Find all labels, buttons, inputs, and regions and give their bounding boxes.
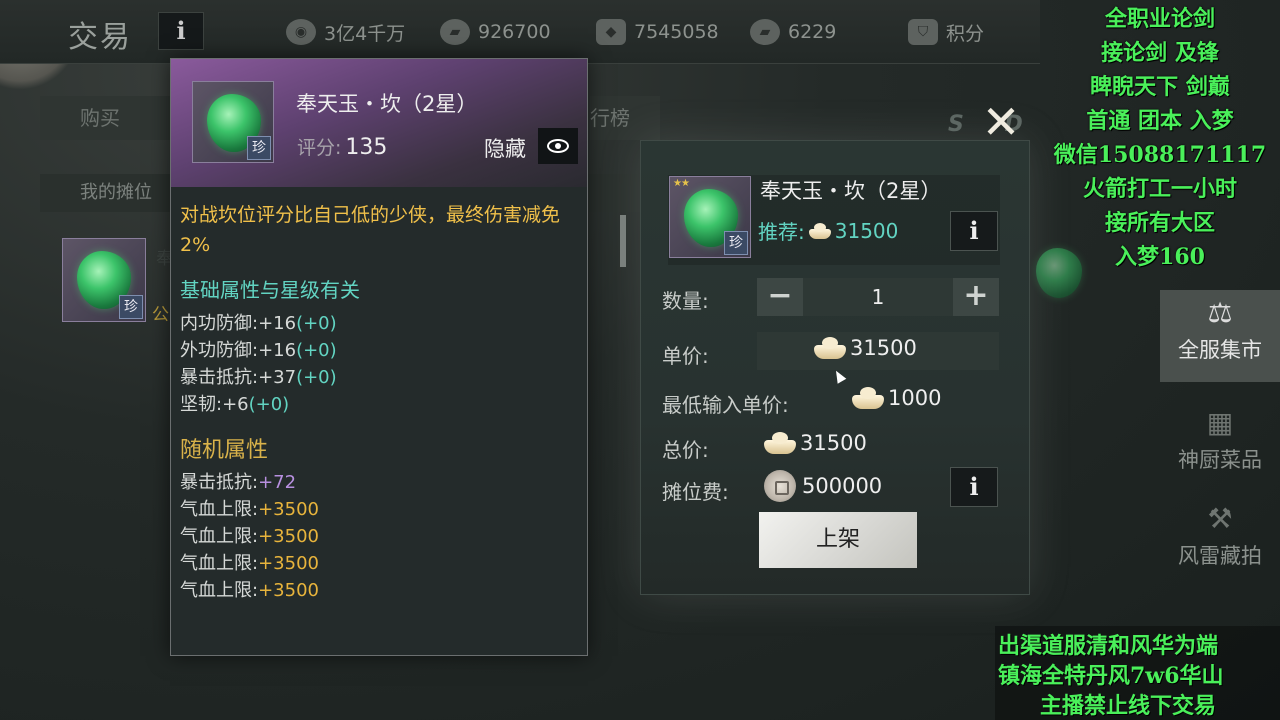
stall-fee-label: 摊位费: xyxy=(662,480,729,504)
fee-info-button[interactable]: i xyxy=(950,467,998,507)
rarity-badge: 珍 xyxy=(247,136,271,160)
unit-price-text: 31500 xyxy=(850,336,917,360)
overlay-line: 接论剑 及锋 xyxy=(1101,40,1219,66)
ingot-icon: ▰ xyxy=(750,19,780,45)
cookware-icon: ▦ xyxy=(1206,406,1234,439)
overlay-line: 镇海全特丹风7w6华山 xyxy=(998,663,1224,689)
stall-fee-value: 500000 xyxy=(764,470,882,502)
stall-fee-text: 500000 xyxy=(802,474,883,498)
scrollbar[interactable] xyxy=(620,215,626,267)
ingot-icon: ▰ xyxy=(440,19,470,45)
points-icon: ⛉ xyxy=(908,19,938,45)
recommend-label: 推荐: xyxy=(758,220,805,244)
side-item-label: 风雷藏拍 xyxy=(1178,544,1262,568)
ingot-icon xyxy=(852,387,884,409)
base-attrs-heading: 基础属性与星级有关 xyxy=(180,278,360,302)
currency-value: 3亿4千万 xyxy=(324,22,406,45)
total-text: 31500 xyxy=(800,431,867,455)
side-item-label: 全服集市 xyxy=(1178,338,1262,362)
decrease-button[interactable]: − xyxy=(757,278,803,316)
base-attr-row: 暴击抵抗:+37(+0) xyxy=(180,367,337,388)
random-attr-row: 气血上限:+3500 xyxy=(180,526,319,547)
overlay-line: 微信15088171117 xyxy=(1053,142,1267,168)
random-attr-row: 暴击抵抗:+72 xyxy=(180,472,297,493)
currency-silver: ◉ 3亿4千万 xyxy=(286,18,405,46)
min-price-text: 1000 xyxy=(888,386,942,410)
overlay-line: 入梦160 xyxy=(1115,244,1205,270)
overlay-line: 睥睨天下 剑巅 xyxy=(1090,74,1230,100)
ticket-icon: ◆ xyxy=(596,19,626,45)
currency-ticket: ◆ 7545058 xyxy=(596,18,719,46)
currency-value: 6229 xyxy=(788,21,837,43)
coin-icon: ◉ xyxy=(286,19,316,45)
top-bar: 交易 i ◉ 3亿4千万 ▰ 926700 ◆ 7545058 ▰ 6229 ⛉… xyxy=(0,0,1040,64)
dialog-item-name: 奉天玉・坎（2星） xyxy=(760,179,942,203)
eye-icon[interactable] xyxy=(538,128,578,164)
unit-price-label: 单价: xyxy=(662,344,709,368)
coin-icon xyxy=(764,470,796,502)
side-item-chef-dishes[interactable]: ▦ 神厨菜品 xyxy=(1160,400,1280,492)
tooltip-item-name: 奉天玉・坎（2星） xyxy=(296,92,478,116)
side-item-label: 神厨菜品 xyxy=(1178,448,1262,472)
stall-item-tag: 公 xyxy=(152,305,169,325)
ingot-icon xyxy=(814,337,846,359)
unit-price-value: 31500 xyxy=(814,336,917,360)
side-item-auction[interactable]: ⚒ 风雷藏拍 xyxy=(1160,496,1280,588)
currency-points: ⛉ 积分 xyxy=(908,18,984,46)
overlay-line: 出渠道服清和风华为端 xyxy=(998,633,1219,659)
recommend-price: 推荐: 31500 xyxy=(758,216,898,245)
rarity-badge: 珍 xyxy=(119,295,143,319)
random-attr-row: 气血上限:+3500 xyxy=(180,553,319,574)
currency-ingot: ▰ 926700 xyxy=(440,18,551,46)
gem-frame: 珍 xyxy=(62,238,146,322)
recommend-value: 31500 xyxy=(834,218,899,243)
random-attrs-heading: 随机属性 xyxy=(180,438,269,463)
base-attr-row: 坚韧:+6(+0) xyxy=(180,394,290,415)
overlay-top-text: 全职业论剑 接论剑 及锋 睥睨天下 剑巅 首通 团本 入梦 微信15088171… xyxy=(1040,2,1280,274)
score-value: 135 xyxy=(345,135,388,160)
overlay-line: 接所有大区 xyxy=(1104,210,1215,236)
overlay-line: 主播禁止线下交易 xyxy=(1040,693,1217,719)
overlay-line: 首通 团本 入梦 xyxy=(1086,108,1234,134)
hide-label: 隐藏 xyxy=(484,137,526,161)
tooltip-item-icon: 珍 xyxy=(192,81,274,163)
page-title: 交易 xyxy=(68,20,132,55)
min-price-value: 1000 xyxy=(852,386,941,410)
total-label: 总价: xyxy=(662,438,709,462)
tab-rank[interactable]: 行榜 xyxy=(590,96,660,140)
stall-item-slot[interactable]: 珍 xyxy=(62,238,146,322)
min-price-label: 最低输入单价: xyxy=(662,393,789,417)
currency-ingot-2: ▰ 6229 xyxy=(750,18,836,46)
random-attr-row: 气血上限:+3500 xyxy=(180,499,319,520)
overlay-line: 火箭打工一小时 xyxy=(1082,176,1237,202)
quantity-label: 数量: xyxy=(662,289,709,313)
info-icon[interactable]: i xyxy=(158,12,204,50)
random-attr-row: 气血上限:+3500 xyxy=(180,580,319,601)
currency-value: 7545058 xyxy=(634,21,719,43)
tooltip-description: 对战坎位评分比自己低的少侠，最终伤害减免2% xyxy=(180,204,561,256)
star-rating: ★★ xyxy=(673,178,690,189)
tab-buy[interactable]: 购买 xyxy=(40,96,170,140)
currency-value: 926700 xyxy=(478,21,551,43)
list-item-button[interactable]: 上架 xyxy=(759,512,917,568)
dialog-item-icon: ★★ 珍 xyxy=(669,176,751,258)
increase-button[interactable]: + xyxy=(953,278,999,316)
close-button[interactable]: ✕ xyxy=(968,94,1034,152)
ingot-icon xyxy=(764,432,796,454)
base-attr-row: 外功防御:+16(+0) xyxy=(180,340,337,361)
tooltip-score: 评分: 135 xyxy=(297,133,387,160)
gavel-icon: ⚒ xyxy=(1207,502,1233,535)
side-item-server-market[interactable]: ⚖ 全服集市 xyxy=(1160,290,1280,382)
quantity-input[interactable]: 1 xyxy=(808,278,948,316)
total-value: 31500 xyxy=(764,431,867,455)
ingot-icon xyxy=(808,222,831,239)
price-info-button[interactable]: i xyxy=(950,211,998,251)
score-label: 评分: xyxy=(297,137,342,159)
rarity-badge: 珍 xyxy=(724,231,748,255)
currency-value: 积分 xyxy=(946,22,985,45)
overlay-line: 全职业论剑 xyxy=(1104,6,1215,32)
scale-icon: ⚖ xyxy=(1207,296,1233,329)
base-attr-row: 内功防御:+16(+0) xyxy=(180,313,337,334)
